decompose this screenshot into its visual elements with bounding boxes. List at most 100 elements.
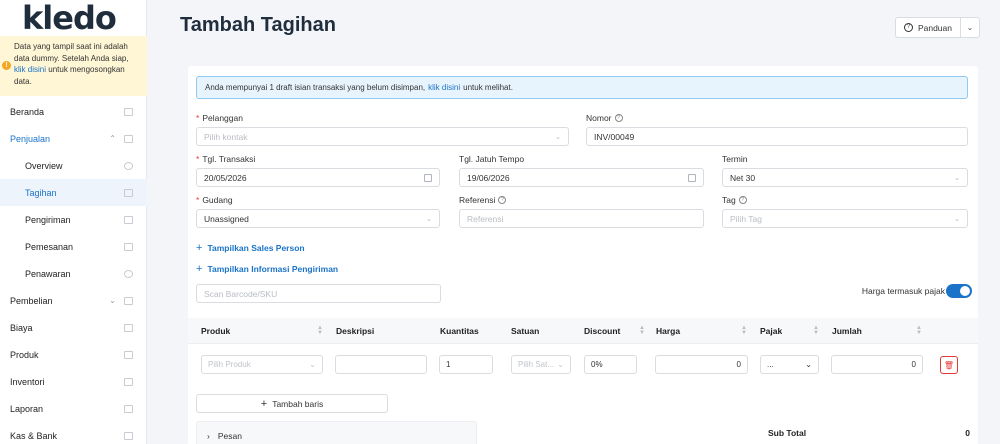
draft-notice-text-after: untuk melihat. xyxy=(463,83,513,92)
col-produk[interactable]: Produk xyxy=(201,318,230,344)
tgl-jatuh-tempo-input[interactable]: 19/06/2026 xyxy=(459,168,704,187)
nomor-value: INV/00049 xyxy=(594,131,635,142)
sidebar-item-beranda[interactable]: Beranda xyxy=(0,98,147,125)
pesan-collapse[interactable]: › Pesan xyxy=(196,421,477,444)
sidebar-item-inventori[interactable]: Inventori xyxy=(0,368,147,395)
col-harga[interactable]: Harga xyxy=(656,318,680,344)
chevron-down-icon: ⌄ xyxy=(966,23,974,32)
guide-dropdown-button[interactable]: ⌄ xyxy=(961,23,979,32)
add-row-button[interactable]: + Tambah baris xyxy=(196,394,388,413)
referensi-input[interactable]: Referensi xyxy=(459,209,704,228)
row-deskripsi-input[interactable] xyxy=(335,355,427,374)
row-harga-input[interactable]: 0 xyxy=(655,355,748,374)
kledo-logo[interactable]: kledo xyxy=(0,0,146,37)
nomor-label-text: Nomor xyxy=(586,113,612,123)
pelanggan-select[interactable]: Pilih kontak ⌄ xyxy=(196,127,569,146)
plus-icon: + xyxy=(260,397,268,410)
guide-button-label: Panduan xyxy=(917,22,952,33)
chevron-up-icon: ⌃ xyxy=(109,134,116,143)
sort-icon[interactable]: ▲ ▼ xyxy=(317,325,323,336)
chevron-right-icon: › xyxy=(207,431,210,441)
sidebar: kledo ! Data yang tampil saat ini adalah… xyxy=(0,0,147,444)
show-shipping-info-label: Tampilkan Informasi Pengiriman xyxy=(207,264,339,274)
clear-data-link[interactable]: klik disini xyxy=(14,65,46,74)
quote-icon xyxy=(124,269,133,278)
tgl-transaksi-label: * Tgl. Transaksi xyxy=(196,154,255,164)
pelanggan-label-text: Pelanggan xyxy=(202,113,243,123)
row-jumlah-input[interactable]: 0 xyxy=(831,355,923,374)
sidebar-item-label: Penjualan xyxy=(10,133,51,144)
sidebar-item-pemesanan[interactable]: Pemesanan xyxy=(0,233,147,260)
show-sales-person-label: Tampilkan Sales Person xyxy=(207,243,305,253)
view-draft-link[interactable]: klik disini xyxy=(428,83,460,92)
row-pajak-select[interactable]: ... ⌄ xyxy=(760,355,819,374)
termin-select[interactable]: Net 30 ⌄ xyxy=(722,168,968,187)
gudang-select[interactable]: Unassigned ⌄ xyxy=(196,209,440,228)
sort-icon[interactable]: ▲ ▼ xyxy=(741,325,747,336)
sidebar-item-pembelian[interactable]: Pembelian ⌄ xyxy=(0,287,147,314)
row-kuantitas-input[interactable]: 1 xyxy=(439,355,493,374)
sidebar-item-biaya[interactable]: Biaya xyxy=(0,314,147,341)
warning-icon: ! xyxy=(2,61,11,70)
subtotal-label: Sub Total xyxy=(768,428,807,438)
sidebar-item-tagihan[interactable]: Tagihan xyxy=(0,179,147,206)
show-shipping-info-link[interactable]: + Tampilkan Informasi Pengiriman xyxy=(196,263,338,275)
tag-select[interactable]: Pilih Tag ⌄ xyxy=(722,209,968,228)
plus-icon: + xyxy=(196,242,203,254)
termin-label-text: Termin xyxy=(722,154,748,164)
sidebar-item-produk[interactable]: Produk xyxy=(0,341,147,368)
col-discount[interactable]: Discount xyxy=(584,318,620,344)
col-deskripsi: Deskripsi xyxy=(336,326,375,336)
kuantitas-value: 1 xyxy=(446,360,451,369)
tgl-transaksi-label-text: Tgl. Transaksi xyxy=(202,154,256,164)
tgl-jatuh-tempo-label-text: Tgl. Jatuh Tempo xyxy=(459,154,525,164)
col-pajak[interactable]: Pajak xyxy=(760,318,782,344)
toggle-knob xyxy=(960,286,970,296)
show-sales-person-link[interactable]: + Tampilkan Sales Person xyxy=(196,242,305,254)
sidebar-item-pengiriman[interactable]: Pengiriman xyxy=(0,206,147,233)
nomor-label: Nomor? xyxy=(586,113,623,123)
row-satuan-select[interactable]: Pilih Sat... ⌄ xyxy=(511,355,571,374)
chevron-down-icon: ⌄ xyxy=(426,215,432,223)
sidebar-item-label: Overview xyxy=(25,160,63,171)
chevron-down-icon: ⌄ xyxy=(557,360,564,369)
inventory-icon xyxy=(124,377,133,386)
chevron-down-icon: ⌄ xyxy=(954,174,960,182)
scan-barcode-input[interactable]: Scan Barcode/SKU xyxy=(196,284,441,303)
basket-icon xyxy=(124,134,133,143)
tgl-jatuh-tempo-value: 19/06/2026 xyxy=(467,172,510,183)
sidebar-item-label: Penawaran xyxy=(25,268,71,279)
harga-value: 0 xyxy=(736,360,741,369)
sort-icon[interactable]: ▲ ▼ xyxy=(813,325,819,336)
guide-button[interactable]: ? Panduan xyxy=(896,18,961,37)
tax-inclusive-toggle[interactable] xyxy=(946,284,972,298)
sidebar-item-laporan[interactable]: Laporan xyxy=(0,395,147,422)
row-produk-select[interactable]: Pilih Produk ⌄ xyxy=(201,355,323,374)
col-jumlah[interactable]: Jumlah xyxy=(832,318,862,344)
sidebar-item-label: Pembelian xyxy=(10,295,53,306)
sidebar-item-penawaran[interactable]: Penawaran xyxy=(0,260,147,287)
sidebar-item-overview[interactable]: Overview xyxy=(0,152,147,179)
sidebar-item-penjualan[interactable]: Penjualan ⌃ xyxy=(0,125,147,152)
sidebar-item-label: Laporan xyxy=(10,403,44,414)
produk-placeholder: Pilih Produk xyxy=(208,360,251,369)
delete-row-button[interactable]: 🗑 xyxy=(940,356,958,374)
nomor-input[interactable]: INV/00049 xyxy=(586,127,968,146)
chevron-down-icon: ⌄ xyxy=(109,296,116,305)
col-satuan: Satuan xyxy=(511,326,540,336)
pesan-label: Pesan xyxy=(217,431,242,441)
row-discount-input[interactable]: 0% xyxy=(584,355,637,374)
invoice-form-card: Anda mempunyai 1 draft isian transaksi y… xyxy=(188,66,978,444)
tag-placeholder: Pilih Tag xyxy=(730,213,762,224)
calendar-icon xyxy=(688,173,696,182)
chevron-down-icon: ⌄ xyxy=(309,360,316,369)
chevron-down-icon: ⌄ xyxy=(805,360,812,369)
referensi-label: Referensi? xyxy=(459,195,507,205)
sidebar-item-label: Biaya xyxy=(10,322,33,333)
tgl-transaksi-input[interactable]: 20/05/2026 xyxy=(196,168,440,187)
termin-label: Termin xyxy=(722,154,748,164)
sidebar-item-kas-bank[interactable]: Kas & Bank xyxy=(0,422,147,444)
sort-icon[interactable]: ▲ ▼ xyxy=(916,325,922,336)
add-row-label: Tambah baris xyxy=(272,398,324,409)
sort-icon[interactable]: ▲ ▼ xyxy=(639,325,645,336)
